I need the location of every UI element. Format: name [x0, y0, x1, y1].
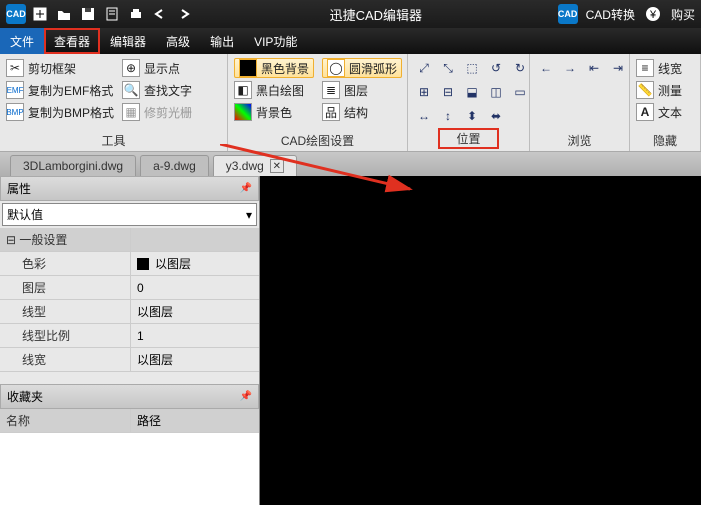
prop-linetype-row[interactable]: 线型以图层 [0, 300, 259, 324]
layer-icon: ≣ [322, 81, 340, 99]
tab-2[interactable]: a-9.dwg [140, 155, 209, 176]
prop-linewidth-row[interactable]: 线宽以图层 [0, 348, 259, 372]
pos-icon-13[interactable]: ⬍ [462, 106, 482, 126]
favorites-panel-header: 收藏夹📌 [0, 384, 259, 409]
favorites-columns: 名称路径 [0, 409, 259, 433]
open-icon[interactable] [54, 4, 74, 24]
group-position-label: 位置 [438, 128, 498, 149]
measure-button[interactable]: 📏测量 [636, 80, 682, 100]
find-text-button[interactable]: 🔍查找文字 [122, 80, 192, 100]
linewidth-button[interactable]: ≡线宽 [636, 58, 682, 78]
clip-frame-button[interactable]: ✂剪切框架 [6, 58, 114, 78]
save-icon[interactable] [78, 4, 98, 24]
text-button[interactable]: A文本 [636, 102, 682, 122]
cad-convert-icon: CAD [558, 4, 578, 24]
pos-icon-1[interactable]: ⤢ [414, 58, 434, 78]
pin-icon-2[interactable]: 📌 [240, 391, 252, 402]
group-cad-label: CAD绘图设置 [234, 130, 401, 149]
bgcolor-icon [234, 103, 252, 121]
trim-raster-button[interactable]: ▦修剪光栅 [122, 102, 192, 122]
point-icon: ⊕ [122, 59, 140, 77]
tab-1[interactable]: 3DLamborgini.dwg [10, 155, 136, 176]
undo-icon[interactable] [150, 4, 170, 24]
nav-right-icon[interactable]: → [560, 58, 580, 78]
menu-file[interactable]: 文件 [0, 28, 44, 54]
default-dropdown[interactable]: 默认值▾ [2, 203, 257, 226]
copy-bmp-button[interactable]: BMP复制为BMP格式 [6, 102, 114, 122]
emf-icon: EMF [6, 81, 24, 99]
menu-viewer[interactable]: 查看器 [44, 28, 100, 54]
struct-icon: 品 [322, 103, 340, 121]
pos-icon-7[interactable]: ⊟ [438, 82, 458, 102]
print-icon[interactable] [126, 4, 146, 24]
group-hide-label: 隐藏 [636, 130, 694, 149]
pin-icon[interactable]: 📌 [240, 183, 252, 194]
tab-3[interactable]: y3.dwg✕ [213, 155, 297, 176]
text-icon: A [636, 103, 654, 121]
favorites-list [0, 433, 259, 505]
svg-text:¥: ¥ [649, 9, 657, 21]
browse-icon-grid: ← → ⇤ ⇥ [536, 58, 630, 130]
yen-icon: ¥ [643, 4, 663, 24]
scissors-icon: ✂ [6, 59, 24, 77]
pos-icon-8[interactable]: ⬓ [462, 82, 482, 102]
group-tools-label: 工具 [6, 130, 221, 149]
position-icon-grid: ⤢ ⤡ ⬚ ↺ ↻ ⊞ ⊟ ⬓ ◫ ▭ ↔ ↕ ⬍ ⬌ [414, 58, 532, 128]
pos-icon-10[interactable]: ▭ [510, 82, 530, 102]
bg-color-button[interactable]: 背景色 [234, 102, 314, 122]
menu-advanced[interactable]: 高级 [156, 28, 200, 54]
redo-icon[interactable] [174, 4, 194, 24]
menu-vip[interactable]: VIP功能 [244, 28, 307, 54]
pos-icon-14[interactable]: ⬌ [486, 106, 506, 126]
properties-panel-header: 属性📌 [0, 176, 259, 201]
trim-icon: ▦ [122, 103, 140, 121]
show-points-button[interactable]: ⊕显示点 [122, 58, 192, 78]
black-bg-button[interactable]: 黑色背景 [234, 58, 314, 78]
pos-icon-12[interactable]: ↕ [438, 106, 458, 126]
bw-draw-button[interactable]: ◧黑白绘图 [234, 80, 314, 100]
struct-button[interactable]: 品结构 [322, 102, 402, 122]
cad-convert-button[interactable]: CAD转换 [586, 6, 635, 23]
app-icon: CAD [6, 4, 26, 24]
saveas-icon[interactable] [102, 4, 122, 24]
layer-button[interactable]: ≣图层 [322, 80, 402, 100]
prop-layer-row[interactable]: 图层0 [0, 276, 259, 300]
app-title: 迅捷CAD编辑器 [194, 5, 558, 24]
blackbg-icon [239, 59, 257, 77]
smooth-arc-button[interactable]: ◯圆滑弧形 [322, 58, 402, 78]
search-icon: 🔍 [122, 81, 140, 99]
arc-icon: ◯ [327, 59, 345, 77]
pos-icon-4[interactable]: ↺ [486, 58, 506, 78]
close-tab-icon[interactable]: ✕ [270, 159, 284, 173]
menu-editor[interactable]: 编辑器 [100, 28, 156, 54]
buy-button[interactable]: 购买 [671, 6, 695, 23]
new-icon[interactable] [30, 4, 50, 24]
pos-icon-6[interactable]: ⊞ [414, 82, 434, 102]
color-swatch-icon [137, 258, 149, 270]
pos-icon-5[interactable]: ↻ [510, 58, 530, 78]
pos-icon-3[interactable]: ⬚ [462, 58, 482, 78]
prop-color-row[interactable]: 色彩以图层 [0, 252, 259, 276]
general-settings-row[interactable]: ⊟ 一般设置 [0, 228, 259, 252]
bmp-icon: BMP [6, 103, 24, 121]
pos-icon-2[interactable]: ⤡ [438, 58, 458, 78]
nav-left-icon[interactable]: ← [536, 58, 556, 78]
group-browse-label: 浏览 [536, 130, 623, 149]
pos-icon-11[interactable]: ↔ [414, 106, 434, 126]
chevron-down-icon: ▾ [246, 208, 252, 222]
nav-down-icon[interactable]: ⇥ [608, 58, 628, 78]
pos-icon-9[interactable]: ◫ [486, 82, 506, 102]
nav-up-icon[interactable]: ⇤ [584, 58, 604, 78]
drawing-canvas[interactable] [260, 176, 701, 505]
linew-icon: ≡ [636, 59, 654, 77]
prop-linescale-row[interactable]: 线型比例1 [0, 324, 259, 348]
bwdraw-icon: ◧ [234, 81, 252, 99]
ruler-icon: 📏 [636, 81, 654, 99]
copy-emf-button[interactable]: EMF复制为EMF格式 [6, 80, 114, 100]
menu-output[interactable]: 输出 [200, 28, 244, 54]
